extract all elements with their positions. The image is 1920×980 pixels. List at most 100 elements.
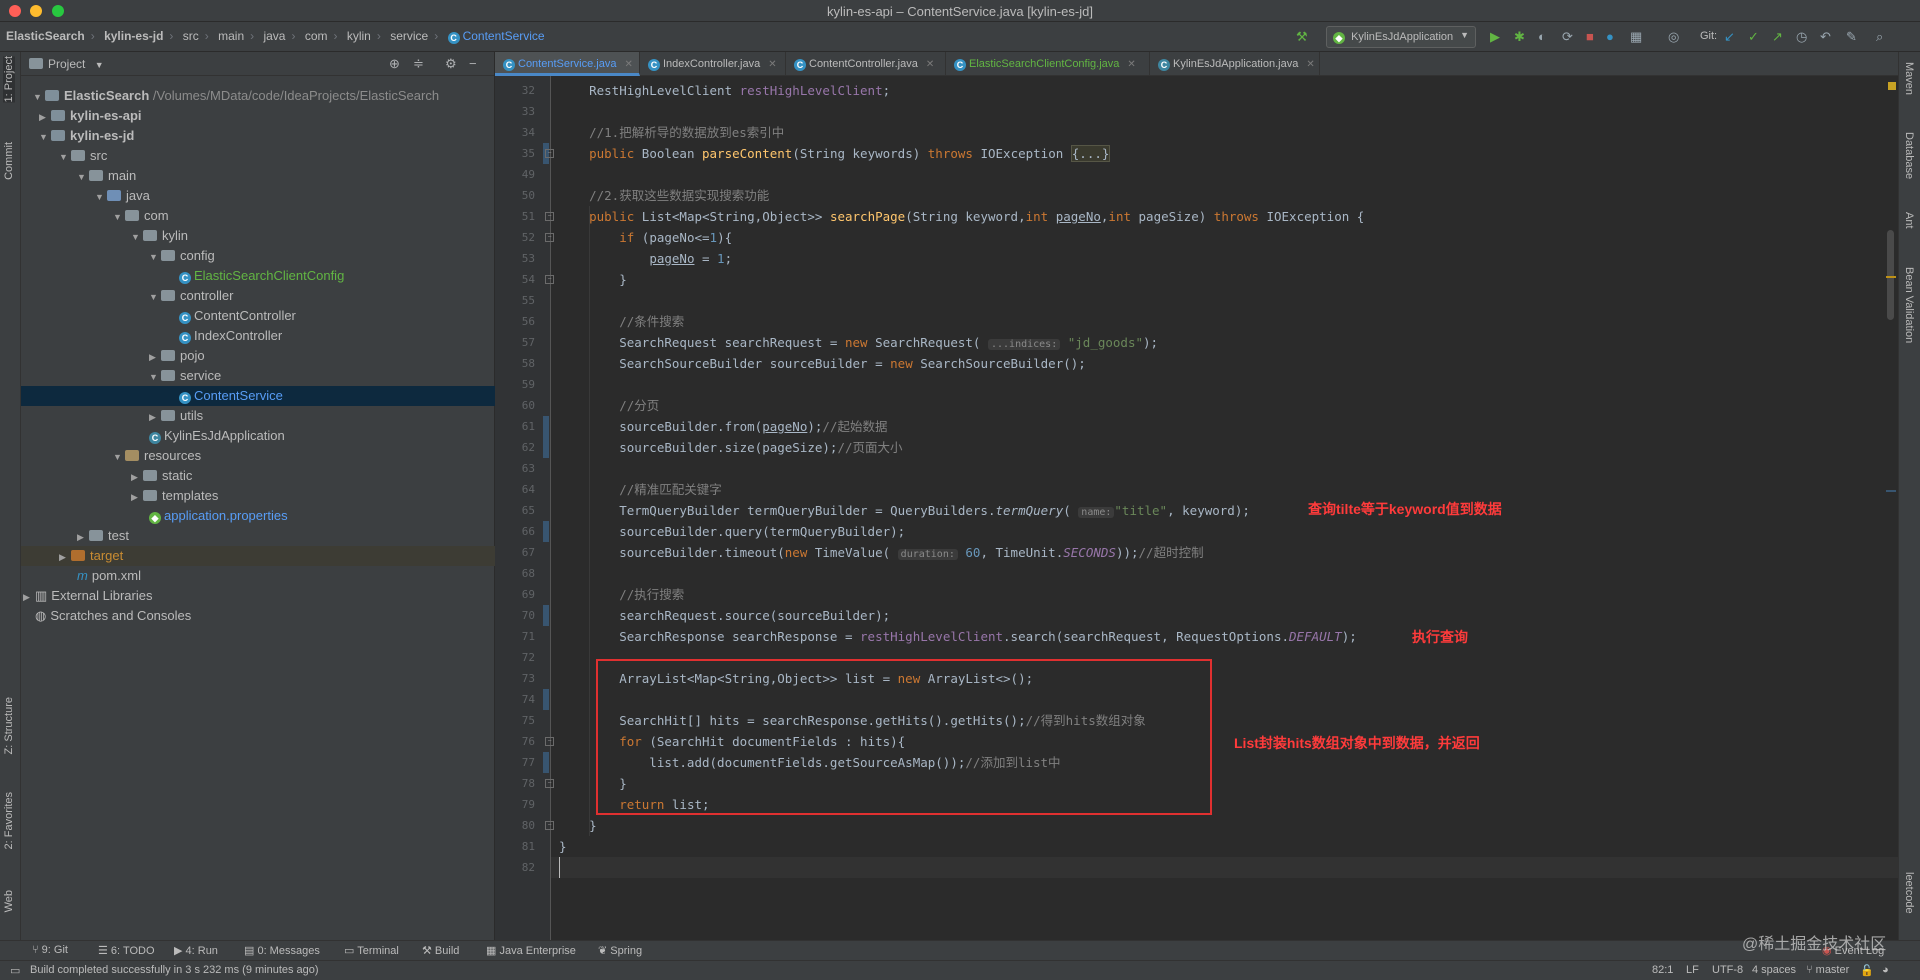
search-icon[interactable]: ⌕	[1876, 29, 1883, 45]
file-encoding[interactable]: UTF-8	[1712, 964, 1743, 976]
tree-item[interactable]: C IndexController	[21, 326, 495, 346]
tree-item[interactable]: ▼ java	[21, 186, 495, 206]
breadcrumb-item[interactable]: java	[263, 29, 285, 43]
tool-window-bean-validation[interactable]: Bean Validation	[1903, 267, 1915, 343]
tree-item[interactable]: ▶ test	[21, 526, 495, 546]
tree-item[interactable]: C ContentController	[21, 306, 495, 326]
breadcrumb-item[interactable]: com	[305, 29, 328, 43]
tool-window-leetcode[interactable]: leetcode	[1903, 872, 1915, 914]
run-configuration-select[interactable]: ◆ KylinEsJdApplication ▼	[1326, 26, 1476, 48]
hammer-build-icon[interactable]: ⚒	[1296, 29, 1308, 45]
tool-window-messages[interactable]: ▤ 0: Messages	[244, 944, 320, 957]
tool-window-commit[interactable]: Commit	[3, 142, 15, 180]
tree-item[interactable]: ▶ templates	[21, 486, 495, 506]
collapse-all-icon[interactable]: ≑	[413, 56, 424, 72]
tool-window-java-enterprise[interactable]: ▦ Java Enterprise	[486, 944, 576, 957]
stop-icon[interactable]: ■	[1586, 29, 1594, 45]
tree-item[interactable]: ▶ utils	[21, 406, 495, 426]
breadcrumb-item[interactable]: src	[183, 29, 199, 43]
tab-content-service[interactable]: C ContentService.java ✕	[495, 52, 640, 76]
tree-item[interactable]: ▼ resources	[21, 446, 495, 466]
folded-code-block[interactable]: {...}	[1070, 145, 1111, 162]
tab-es-client-config[interactable]: C ElasticSearchClientConfig.java ✕	[946, 52, 1150, 76]
coverage-icon[interactable]: ◐	[1538, 29, 1546, 45]
lock-icon[interactable]: 🔓	[1860, 964, 1874, 977]
gear-icon[interactable]: ⚙	[445, 56, 457, 72]
profile-icon[interactable]: ⟳	[1562, 29, 1573, 45]
tree-item[interactable]: ▼ config	[21, 246, 495, 266]
hide-icon[interactable]: −	[469, 56, 477, 71]
tree-item[interactable]: ▼ ElasticSearch /Volumes/MData/code/IdeaP…	[21, 86, 495, 106]
git-commit-icon[interactable]: ✓	[1748, 29, 1759, 45]
inspector-icon[interactable]: ◕	[1882, 964, 1889, 976]
status-message[interactable]: Build completed successfully in 3 s 232 …	[30, 964, 319, 976]
vcs-change-marker[interactable]	[543, 689, 549, 710]
project-panel-title[interactable]: Project	[48, 57, 85, 71]
breadcrumb-item[interactable]: kylin-es-jd	[104, 29, 163, 43]
vcs-change-marker[interactable]	[543, 752, 549, 773]
vcs-change-marker[interactable]	[543, 521, 549, 542]
vcs-change-marker[interactable]	[543, 416, 549, 458]
tree-item-selected[interactable]: C ContentService	[21, 386, 495, 406]
tool-window-maven[interactable]: Maven	[1903, 62, 1915, 95]
tool-window-project[interactable]: 1: Project	[3, 56, 15, 103]
tool-window-spring[interactable]: ❦ Spring	[598, 944, 642, 957]
tree-item[interactable]: C ElasticSearchClientConfig	[21, 266, 495, 286]
git-push-icon[interactable]: ↗	[1772, 29, 1783, 45]
tree-item[interactable]: ◍ Scratches and Consoles	[21, 606, 495, 626]
breadcrumb-item[interactable]: service	[390, 29, 428, 43]
history-icon[interactable]: ◷	[1796, 29, 1807, 45]
rollback-icon[interactable]: ↶	[1820, 29, 1831, 45]
tree-item[interactable]: ▶ ▥ External Libraries	[21, 586, 495, 606]
chevron-down-icon[interactable]: ▼	[95, 60, 104, 70]
breadcrumb-item[interactable]: ContentService	[463, 29, 545, 43]
tree-item[interactable]: ▼ service	[21, 366, 495, 386]
tool-window-todo[interactable]: ☰ 6: TODO	[98, 944, 155, 957]
tree-item[interactable]: ▼ kylin	[21, 226, 495, 246]
tree-item[interactable]: ▶ pojo	[21, 346, 495, 366]
inspection-status-icon[interactable]	[1888, 82, 1896, 90]
tool-window-build[interactable]: ⚒ Build	[422, 944, 459, 957]
tree-item[interactable]: ▼ main	[21, 166, 495, 186]
tree-item[interactable]: ▼ kylin-es-jd	[21, 126, 495, 146]
tool-window-ant[interactable]: Ant	[1903, 212, 1915, 229]
close-icon[interactable]: ✕	[1306, 59, 1314, 70]
tree-item[interactable]: ▶ static	[21, 466, 495, 486]
git-update-icon[interactable]: ↙	[1724, 29, 1735, 45]
tool-window-git[interactable]: ⑂ 9: Git	[32, 944, 68, 956]
tool-window-web[interactable]: Web	[3, 890, 15, 912]
tree-item[interactable]: m pom.xml	[21, 566, 495, 586]
error-stripe-marker[interactable]	[1886, 276, 1896, 278]
close-icon[interactable]: ✕	[768, 59, 776, 70]
debug-icon[interactable]: ✱	[1514, 29, 1525, 45]
tool-window-database[interactable]: Database	[1903, 132, 1915, 179]
close-icon[interactable]: ✕	[1127, 59, 1135, 70]
jrebel-icon[interactable]: ●	[1606, 29, 1614, 45]
close-icon[interactable]: ✕	[624, 59, 632, 70]
tool-window-favorites[interactable]: 2: Favorites	[3, 792, 15, 849]
tool-window-terminal[interactable]: ▭ Terminal	[344, 944, 399, 957]
project-structure-icon[interactable]: ▦	[1630, 29, 1642, 45]
line-separator[interactable]: LF	[1686, 964, 1699, 976]
close-icon[interactable]: ✕	[926, 59, 934, 70]
indent-setting[interactable]: 4 spaces	[1752, 964, 1796, 976]
breadcrumb-item[interactable]: main	[218, 29, 244, 43]
tree-item[interactable]: ▶ kylin-es-api	[21, 106, 495, 126]
tree-item[interactable]: ◆ application.properties	[21, 506, 495, 526]
tree-item[interactable]: ▼ src	[21, 146, 495, 166]
tab-kylin-app[interactable]: C KylinEsJdApplication.java ✕	[1150, 52, 1320, 76]
caret-position[interactable]: 82:1	[1652, 964, 1673, 976]
editor-scrollbar[interactable]	[1887, 230, 1894, 320]
settings-icon[interactable]: ✎	[1846, 29, 1857, 45]
run-icon[interactable]: ▶	[1490, 29, 1500, 45]
tool-window-run[interactable]: ▶ 4: Run	[174, 944, 218, 957]
breadcrumb-item[interactable]: ElasticSearch	[6, 29, 85, 43]
vcs-change-marker[interactable]	[543, 605, 549, 626]
translate-icon[interactable]: ◎	[1668, 29, 1679, 45]
tab-index-controller[interactable]: C IndexController.java ✕	[640, 52, 786, 76]
tree-item[interactable]: ▼ controller	[21, 286, 495, 306]
git-branch[interactable]: ⑂ master	[1806, 964, 1849, 976]
locate-icon[interactable]: ⊕	[389, 56, 400, 72]
tab-content-controller[interactable]: C ContentController.java ✕	[786, 52, 946, 76]
error-stripe-marker[interactable]	[1886, 490, 1896, 492]
